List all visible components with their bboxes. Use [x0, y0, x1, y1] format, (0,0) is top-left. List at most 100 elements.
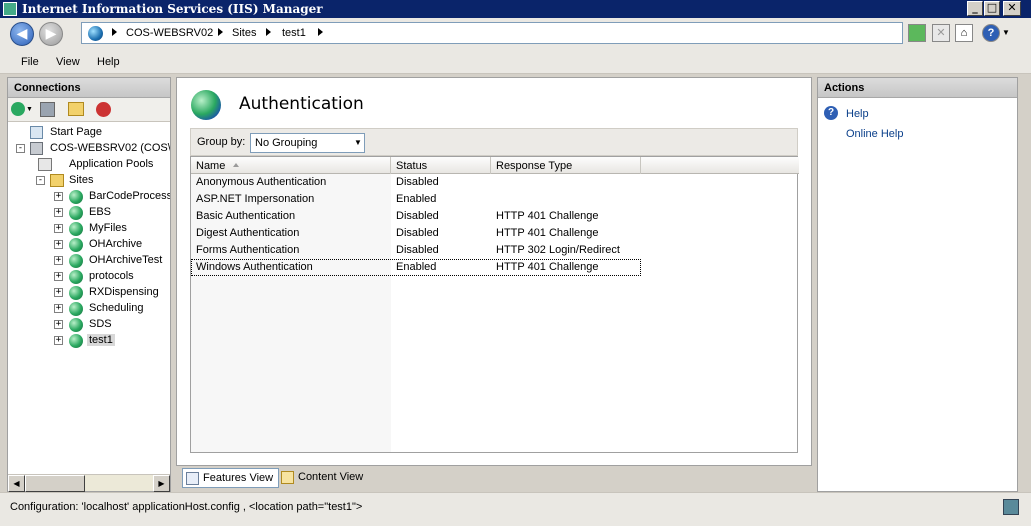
menu-file[interactable]: File	[21, 56, 39, 68]
row-response-type: HTTP 401 Challenge	[496, 210, 599, 222]
column-header-status[interactable]: Status	[391, 157, 491, 174]
site-globe-icon	[69, 302, 83, 316]
tree-item-application-pools[interactable]: Application Pools	[38, 157, 168, 173]
authentication-list: Name Status Response Type Anonymous Auth…	[190, 156, 799, 453]
tree-label: SDS	[89, 318, 112, 330]
list-row[interactable]: Forms Authentication Disabled HTTP 302 L…	[191, 242, 641, 259]
site-globe-icon	[69, 206, 83, 220]
home-icon[interactable]: ⌂	[955, 24, 973, 42]
list-row[interactable]: Anonymous Authentication Disabled	[191, 174, 641, 191]
globe-icon	[191, 90, 221, 120]
chevron-right-icon	[112, 28, 117, 36]
tree-item-site[interactable]: + OHArchiveTest	[52, 253, 170, 269]
column-header-response-type[interactable]: Response Type	[491, 157, 641, 174]
row-name: Forms Authentication	[196, 244, 300, 256]
list-row[interactable]: Basic Authentication Disabled HTTP 401 C…	[191, 208, 641, 225]
expand-icon[interactable]: +	[54, 336, 63, 345]
tree-item-site[interactable]: + OHArchive	[52, 237, 170, 253]
site-globe-icon	[69, 222, 83, 236]
tree-item-site[interactable]: + BarCodeProcesso	[52, 189, 170, 205]
folder-icon[interactable]	[68, 102, 84, 116]
row-name: Basic Authentication	[196, 210, 296, 222]
tree-label: COS-WEBSRV02 (COS\w	[50, 142, 170, 154]
tree-label: protocols	[89, 270, 134, 282]
tab-label: Features View	[203, 472, 274, 484]
expand-icon[interactable]: +	[54, 304, 63, 313]
actions-pane: Actions ? Help Online Help	[817, 77, 1018, 492]
expand-icon[interactable]: +	[54, 240, 63, 249]
chevron-down-icon[interactable]: ▼	[26, 106, 33, 113]
group-by-value: No Grouping	[255, 137, 318, 149]
maximize-button[interactable]: □	[984, 1, 1000, 16]
tree-item-sites[interactable]: - Sites	[32, 173, 162, 189]
breadcrumb-server[interactable]: COS-WEBSRV02	[126, 27, 213, 39]
tab-features-view[interactable]: Features View	[182, 468, 280, 488]
refresh-icon[interactable]	[908, 24, 926, 42]
tree-item-site[interactable]: + RXDispensing	[52, 285, 170, 301]
row-status: Disabled	[396, 176, 439, 188]
scroll-left-button[interactable]: ◀	[8, 475, 25, 492]
tree-item-start-page[interactable]: Start Page	[16, 125, 166, 141]
horizontal-scrollbar[interactable]: ◀ ▶	[8, 474, 170, 492]
row-name: Digest Authentication	[196, 227, 300, 239]
menu-bar: File View Help	[0, 50, 1031, 74]
tree-item-site[interactable]: + SDS	[52, 317, 170, 333]
back-button[interactable]: ◀	[10, 22, 34, 46]
tree-item-site[interactable]: + MyFiles	[52, 221, 170, 237]
minimize-button[interactable]: _	[967, 1, 983, 16]
expand-icon[interactable]: +	[54, 256, 63, 265]
list-header: Name Status Response Type	[191, 157, 799, 174]
group-by-label: Group by:	[197, 136, 246, 148]
close-button[interactable]: ✕	[1003, 1, 1021, 16]
status-text: Configuration: 'localhost' applicationHo…	[10, 501, 363, 513]
tree-item-server[interactable]: - COS-WEBSRV02 (COS\w	[12, 141, 170, 157]
collapse-icon[interactable]: -	[36, 176, 45, 185]
expand-icon[interactable]: +	[54, 224, 63, 233]
group-by-select[interactable]: No Grouping ▼	[250, 133, 365, 153]
menu-view[interactable]: View	[56, 56, 80, 68]
tree-item-site[interactable]: + EBS	[52, 205, 170, 221]
tab-content-view[interactable]: Content View	[278, 468, 368, 488]
row-status: Enabled	[396, 193, 437, 205]
expand-icon[interactable]: +	[54, 192, 63, 201]
tree-item-site[interactable]: + Scheduling	[52, 301, 170, 317]
action-help[interactable]: Help	[846, 108, 869, 120]
app-icon	[3, 2, 17, 16]
collapse-icon[interactable]: -	[16, 144, 25, 153]
site-globe-icon	[69, 254, 83, 268]
tree-item-site[interactable]: + protocols	[52, 269, 170, 285]
menu-help[interactable]: Help	[97, 56, 120, 68]
tree-label: Start Page	[50, 126, 102, 138]
expand-icon[interactable]: +	[54, 288, 63, 297]
page-title: Authentication	[239, 94, 364, 114]
scroll-right-button[interactable]: ▶	[153, 475, 170, 492]
list-row[interactable]: ASP.NET Impersonation Enabled	[191, 191, 641, 208]
save-icon[interactable]	[40, 102, 55, 117]
expand-icon[interactable]: +	[54, 272, 63, 281]
breadcrumb-sites[interactable]: Sites	[232, 27, 256, 39]
expand-icon[interactable]: +	[54, 208, 63, 217]
row-name: Anonymous Authentication	[196, 176, 327, 188]
tree-label: EBS	[89, 206, 112, 218]
chevron-down-icon[interactable]: ▼	[1002, 28, 1010, 37]
breadcrumb-site[interactable]: test1	[282, 27, 306, 39]
column-header-name[interactable]: Name	[191, 157, 391, 174]
stop-icon[interactable]: ✕	[932, 24, 950, 42]
scroll-thumb[interactable]	[25, 475, 85, 492]
disconnect-icon[interactable]	[96, 102, 111, 117]
help-icon[interactable]: ?	[982, 24, 1000, 42]
forward-button[interactable]: ▶	[39, 22, 63, 46]
action-online-help[interactable]: Online Help	[846, 128, 903, 140]
window-title: Internet Information Services (IIS) Mana…	[22, 2, 323, 16]
expand-icon[interactable]: +	[54, 320, 63, 329]
list-row[interactable]: Digest Authentication Disabled HTTP 401 …	[191, 225, 641, 242]
address-bar[interactable]: COS-WEBSRV02 Sites test1	[81, 22, 903, 44]
list-row-selected[interactable]: Windows Authentication Enabled HTTP 401 …	[191, 259, 641, 276]
chevron-right-icon	[318, 28, 323, 36]
tree-label: BarCodeProcesso	[89, 190, 170, 202]
site-globe-icon	[69, 286, 83, 300]
tree-label: test1	[87, 334, 115, 346]
tree-item-site-selected[interactable]: + test1	[52, 333, 170, 349]
row-name: Windows Authentication	[196, 261, 313, 273]
connect-icon[interactable]	[11, 102, 25, 116]
